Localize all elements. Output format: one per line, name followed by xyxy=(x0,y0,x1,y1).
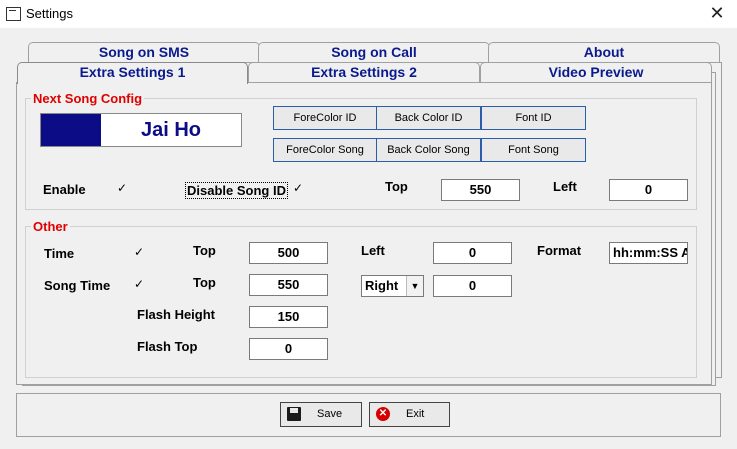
disable-song-id-checkbox[interactable]: ✓ xyxy=(292,182,304,194)
tab-extra-settings-1[interactable]: Extra Settings 1 xyxy=(17,62,248,84)
time-top-label: Top xyxy=(193,243,216,258)
alignment-select-value: Right xyxy=(365,278,399,293)
flash-top-label: Flash Top xyxy=(137,339,198,354)
back-color-id-button[interactable]: Back Color ID xyxy=(376,106,481,130)
other-title: Other xyxy=(31,219,70,234)
save-button-label: Save xyxy=(317,408,343,420)
exit-button-label: Exit xyxy=(406,408,425,420)
enable-label: Enable xyxy=(43,182,86,197)
title-bar: Settings ✕ xyxy=(0,0,737,28)
time-top-input[interactable]: 500 xyxy=(249,242,328,264)
enable-checkbox[interactable]: ✓ xyxy=(116,182,128,194)
flash-height-label: Flash Height xyxy=(137,307,216,322)
back-color-song-button[interactable]: Back Color Song xyxy=(376,138,481,162)
flash-top-input[interactable]: 0 xyxy=(249,338,328,360)
top-input[interactable]: 550 xyxy=(441,179,520,201)
time-label: Time xyxy=(44,246,75,261)
chevron-down-icon[interactable]: ▼ xyxy=(406,276,423,296)
preview-color-bar xyxy=(41,114,101,146)
flash-height-input[interactable]: 150 xyxy=(249,306,328,328)
font-id-button[interactable]: Font ID xyxy=(481,106,586,130)
tab-song-on-call[interactable]: Song on Call xyxy=(258,42,490,62)
time-checkbox[interactable]: ✓ xyxy=(133,246,145,258)
save-button[interactable]: Save xyxy=(280,402,362,427)
alignment-select[interactable]: Right ▼ xyxy=(361,275,424,297)
forecolor-id-button[interactable]: ForeColor ID xyxy=(273,106,377,130)
tab-video-preview[interactable]: Video Preview xyxy=(480,62,712,82)
format-input[interactable]: hh:mm:SS A xyxy=(609,242,688,264)
song-time-top-input[interactable]: 550 xyxy=(249,274,328,296)
format-label: Format xyxy=(537,243,582,258)
font-song-button[interactable]: Font Song xyxy=(481,138,586,162)
song-time-checkbox[interactable]: ✓ xyxy=(133,278,145,290)
tab-song-on-sms[interactable]: Song on SMS xyxy=(28,42,260,62)
alignment-offset-input[interactable]: 0 xyxy=(433,275,512,297)
left-input[interactable]: 0 xyxy=(609,179,688,201)
tab-extra-settings-2[interactable]: Extra Settings 2 xyxy=(248,62,480,82)
preview-text: Jai Ho xyxy=(140,119,202,141)
exit-button[interactable]: ✕ Exit xyxy=(369,402,450,427)
song-time-top-label: Top xyxy=(193,275,216,290)
next-song-config-title: Next Song Config xyxy=(31,91,145,106)
close-button[interactable]: ✕ xyxy=(697,0,737,28)
forecolor-song-button[interactable]: ForeColor Song xyxy=(273,138,377,162)
tab-about[interactable]: About xyxy=(488,42,720,62)
song-time-label: Song Time xyxy=(44,278,111,293)
disable-song-id-label: Disable Song ID xyxy=(185,182,288,199)
floppy-disk-icon xyxy=(287,407,301,421)
song-id-preview: Jai Ho xyxy=(40,113,242,147)
window-title: Settings xyxy=(26,6,73,21)
time-left-input[interactable]: 0 xyxy=(433,242,512,264)
exit-icon: ✕ xyxy=(376,407,390,421)
top-label: Top xyxy=(385,179,408,194)
app-icon xyxy=(6,7,21,21)
left-label: Left xyxy=(553,179,577,194)
time-left-label: Left xyxy=(361,243,385,258)
